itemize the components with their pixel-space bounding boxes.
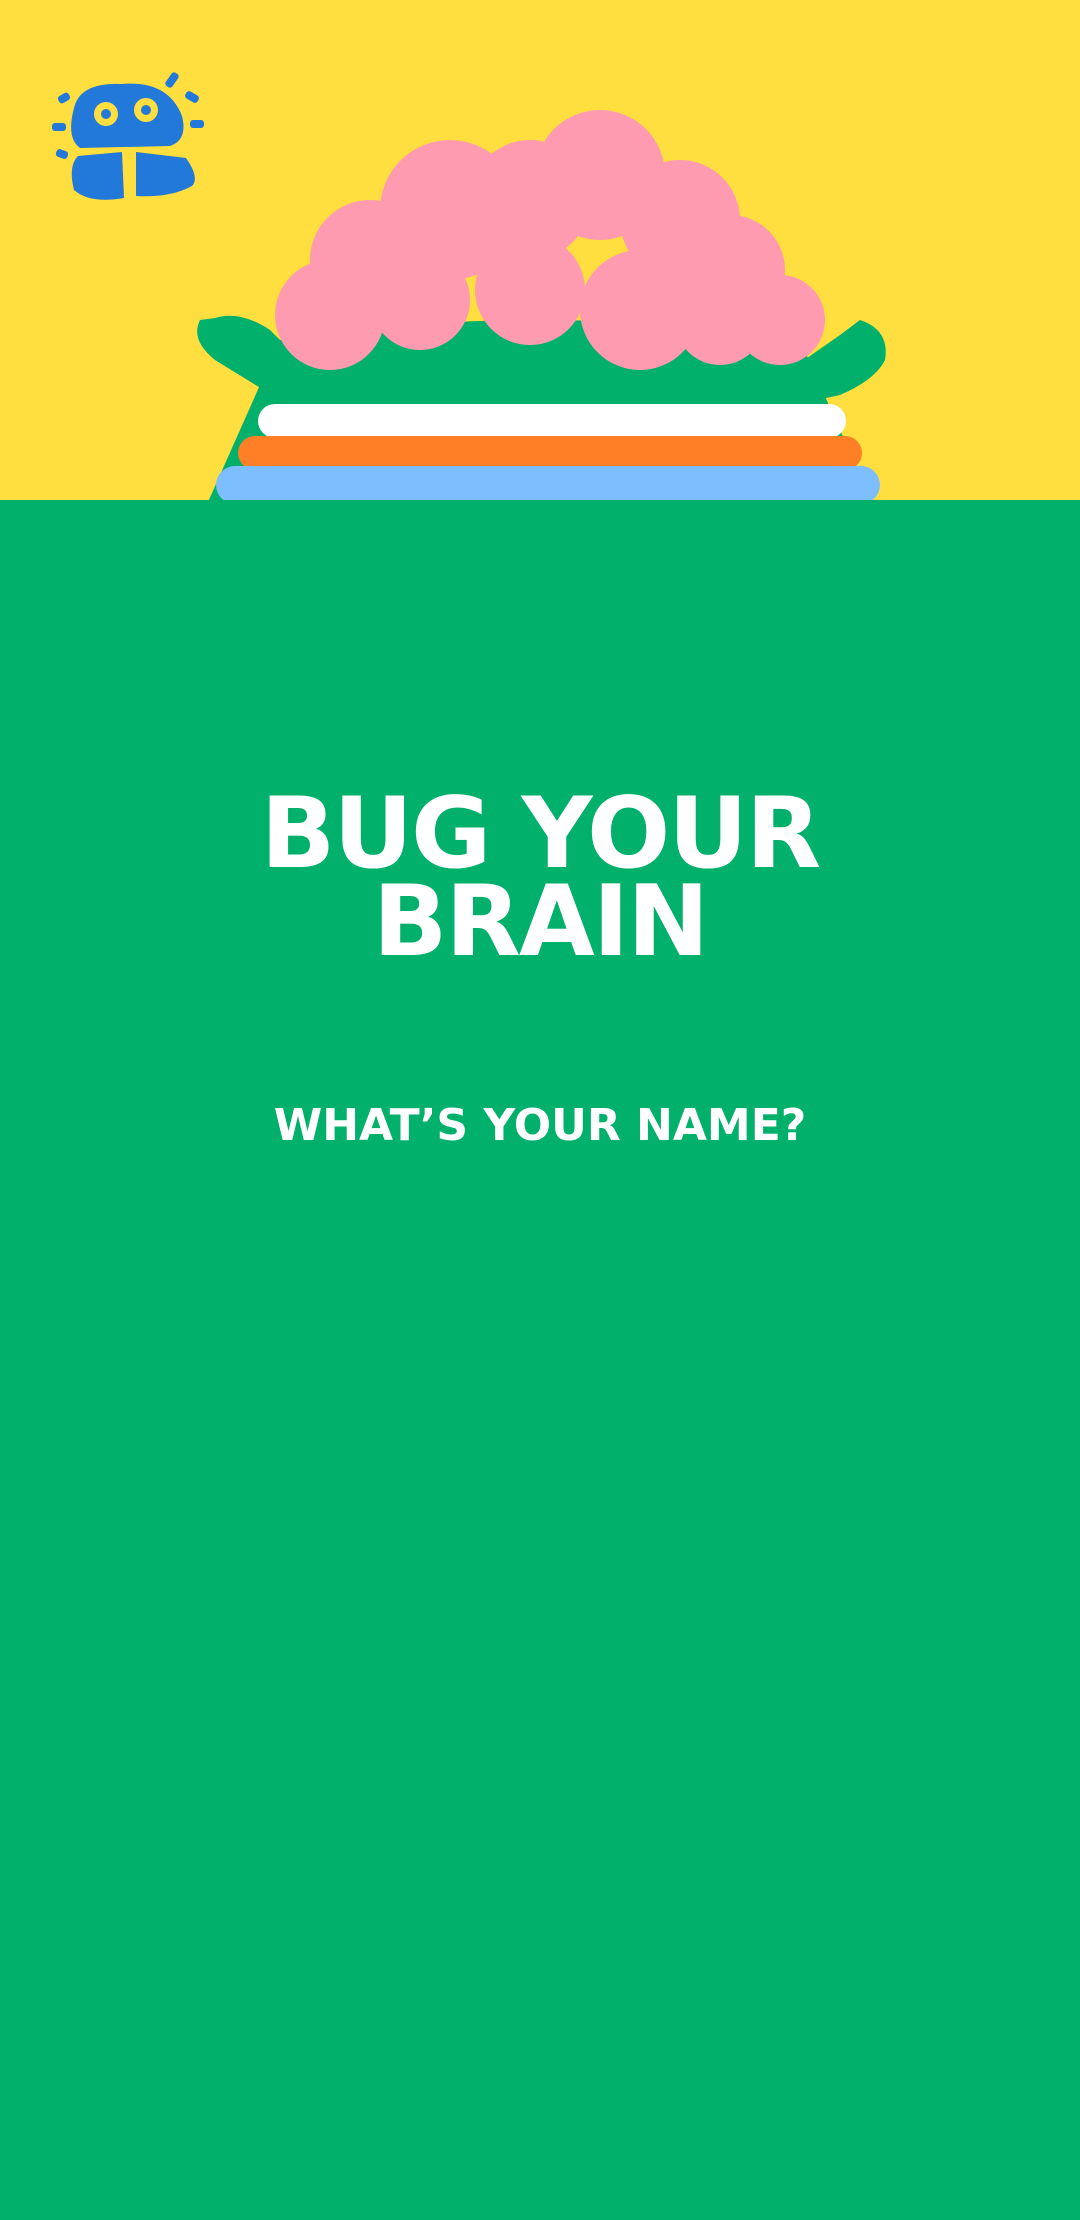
headband-blue <box>216 466 880 504</box>
bug-logo-icon[interactable] <box>50 68 210 203</box>
screen: BUG YOUR BRAIN WHAT’S YOUR NAME? <box>0 0 1080 2220</box>
app-title: BUG YOUR BRAIN <box>0 785 1080 979</box>
green-background <box>0 500 1080 2220</box>
headband-orange <box>238 436 862 470</box>
brain-icon <box>275 110 825 370</box>
headband-white <box>258 404 846 438</box>
name-prompt[interactable]: WHAT’S YOUR NAME? <box>0 1100 1080 1151</box>
app-title-line2: BRAIN <box>372 865 709 979</box>
